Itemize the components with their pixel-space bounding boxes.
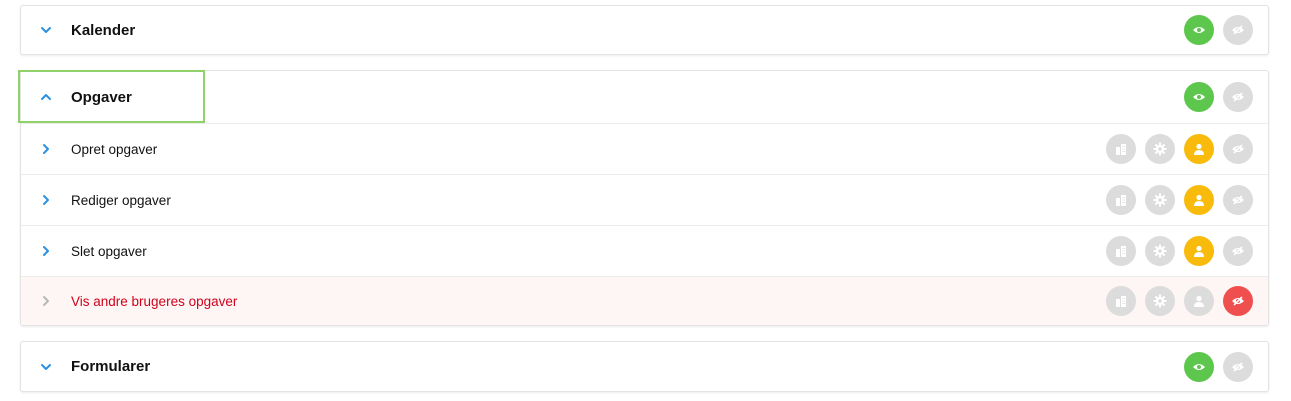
user-permission-button[interactable] [1184, 236, 1214, 266]
settings-permission-button[interactable] [1145, 185, 1175, 215]
eye-icon [1193, 94, 1205, 100]
user-permission-button[interactable] [1184, 185, 1214, 215]
building-icon [1116, 296, 1126, 307]
eye-slash-icon [1232, 144, 1244, 154]
permission-row[interactable]: Rediger opgaver [21, 174, 1268, 225]
user-icon [1194, 194, 1204, 206]
eye-slash-icon [1232, 246, 1244, 256]
hidden-toggle-button[interactable] [1223, 82, 1253, 112]
section-title: Opgaver [71, 88, 132, 106]
section-header-formularer[interactable]: Formularer [21, 342, 1268, 391]
visible-toggle-button[interactable] [1184, 15, 1214, 45]
chevron-right-icon[interactable] [40, 194, 52, 206]
building-icon [1116, 246, 1126, 257]
hidden-permission-button[interactable] [1223, 134, 1253, 164]
section-opgaver: Opgaver Opret opgaver Rediger opgaver Sl… [20, 70, 1269, 326]
gear-icon [1153, 193, 1167, 207]
permission-row[interactable]: Opret opgaver [21, 123, 1268, 174]
gear-icon [1153, 294, 1167, 308]
user-icon [1194, 143, 1204, 155]
hidden-permission-button[interactable] [1223, 236, 1253, 266]
section-kalender: Kalender [20, 5, 1269, 55]
company-permission-button[interactable] [1106, 236, 1136, 266]
eye-slash-icon [1232, 361, 1244, 372]
chevron-down-icon[interactable] [40, 24, 52, 36]
company-permission-button[interactable] [1106, 134, 1136, 164]
company-permission-button[interactable] [1106, 185, 1136, 215]
settings-permission-button[interactable] [1145, 286, 1175, 316]
permission-label: Opret opgaver [71, 141, 158, 157]
permission-row-denied[interactable]: Vis andre brugeres opgaver [21, 276, 1268, 325]
visible-toggle-button[interactable] [1184, 351, 1214, 382]
building-icon [1116, 144, 1126, 155]
eye-slash-icon [1232, 92, 1244, 102]
company-permission-button[interactable] [1106, 286, 1136, 316]
section-title: Kalender [71, 21, 136, 39]
eye-slash-icon [1232, 195, 1244, 205]
section-header-opgaver[interactable]: Opgaver [21, 71, 1268, 123]
settings-permission-button[interactable] [1145, 134, 1175, 164]
eye-icon [1193, 27, 1205, 33]
hidden-toggle-button[interactable] [1223, 351, 1253, 382]
user-icon [1194, 295, 1204, 307]
user-permission-button[interactable] [1184, 134, 1214, 164]
chevron-right-icon[interactable] [40, 143, 52, 155]
eye-slash-icon [1232, 296, 1244, 306]
hidden-permission-button[interactable] [1223, 185, 1253, 215]
chevron-down-icon[interactable] [40, 361, 52, 373]
permission-label: Rediger opgaver [71, 192, 171, 208]
section-title: Formularer [71, 358, 151, 375]
permission-label: Vis andre brugeres opgaver [71, 293, 238, 309]
gear-icon [1153, 142, 1167, 156]
gear-icon [1153, 244, 1167, 258]
chevron-up-icon[interactable] [40, 91, 52, 103]
building-icon [1116, 195, 1126, 206]
visible-toggle-button[interactable] [1184, 82, 1214, 112]
section-formularer: Formularer [20, 341, 1269, 392]
hidden-permission-button[interactable] [1223, 286, 1253, 316]
section-header-kalender[interactable]: Kalender [21, 6, 1268, 54]
user-icon [1194, 245, 1204, 257]
chevron-right-icon[interactable] [40, 295, 52, 307]
eye-slash-icon [1232, 25, 1244, 35]
eye-icon [1193, 363, 1205, 370]
hidden-toggle-button[interactable] [1223, 15, 1253, 45]
permission-row[interactable]: Slet opgaver [21, 225, 1268, 276]
permission-label: Slet opgaver [71, 243, 147, 259]
chevron-right-icon[interactable] [40, 245, 52, 257]
user-permission-button[interactable] [1184, 286, 1214, 316]
settings-permission-button[interactable] [1145, 236, 1175, 266]
